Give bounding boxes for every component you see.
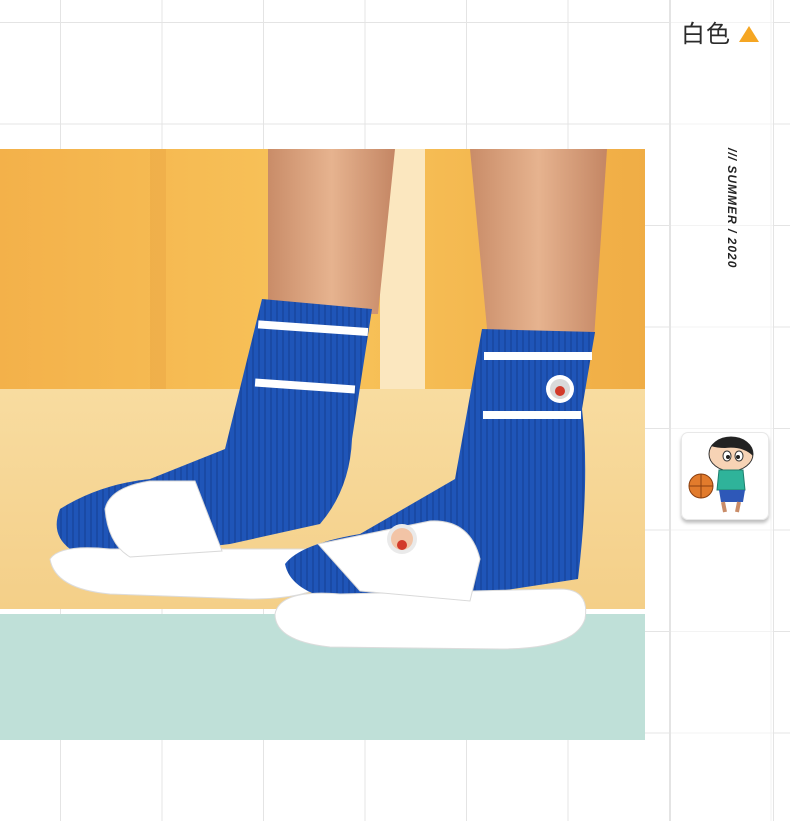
color-option[interactable]: 白色	[681, 18, 759, 50]
cartoon-boy-basketball-icon	[688, 436, 754, 513]
color-thumbnail[interactable]	[681, 432, 769, 520]
color-option-label: 白色	[681, 20, 731, 48]
triangle-up-icon	[739, 26, 759, 42]
summer-tagline: /// SUMMER / 2020	[725, 148, 739, 269]
product-photo	[0, 149, 645, 740]
side-panel	[670, 0, 774, 821]
